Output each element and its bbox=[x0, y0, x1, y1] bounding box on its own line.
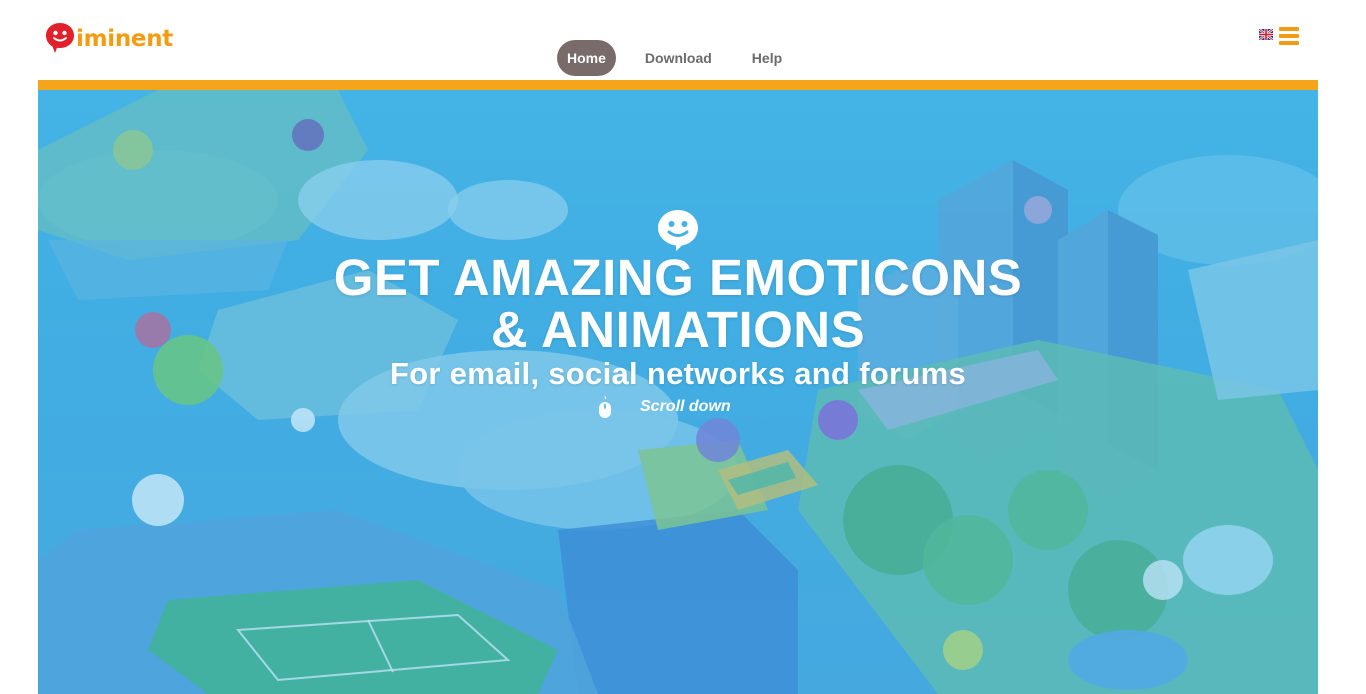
speech-bubble-smiley-icon bbox=[658, 210, 698, 251]
uk-flag-icon[interactable] bbox=[1259, 29, 1273, 40]
logo[interactable]: iminent bbox=[45, 22, 173, 54]
hero-overlay bbox=[38, 90, 1318, 694]
accent-bar bbox=[38, 80, 1318, 90]
hero-headline-line2: & ANIMATIONS bbox=[490, 301, 866, 358]
header: iminent Home Download Help bbox=[0, 0, 1366, 80]
nav-help[interactable]: Help bbox=[742, 40, 792, 76]
nav-download[interactable]: Download bbox=[635, 40, 722, 76]
logo-text: iminent bbox=[76, 25, 173, 52]
hero-headline-line1: GET AMAZING EMOTICONS bbox=[333, 249, 1023, 306]
scroll-down-link[interactable]: Scroll down bbox=[598, 396, 731, 418]
mouse-icon bbox=[599, 396, 611, 418]
nav-home[interactable]: Home bbox=[557, 40, 616, 76]
hero-subheadline: For email, social networks and forums bbox=[389, 356, 967, 391]
logo-bubble-icon bbox=[46, 23, 74, 53]
hero-banner: GET AMAZING EMOTICONS & ANIMATIONS For e… bbox=[38, 90, 1318, 694]
main-nav: Home Download Help bbox=[557, 40, 792, 76]
hero-headline: GET AMAZING EMOTICONS & ANIMATIONS bbox=[38, 252, 1318, 356]
scroll-down-label: Scroll down bbox=[640, 398, 731, 415]
hamburger-menu-icon[interactable] bbox=[1279, 27, 1299, 45]
